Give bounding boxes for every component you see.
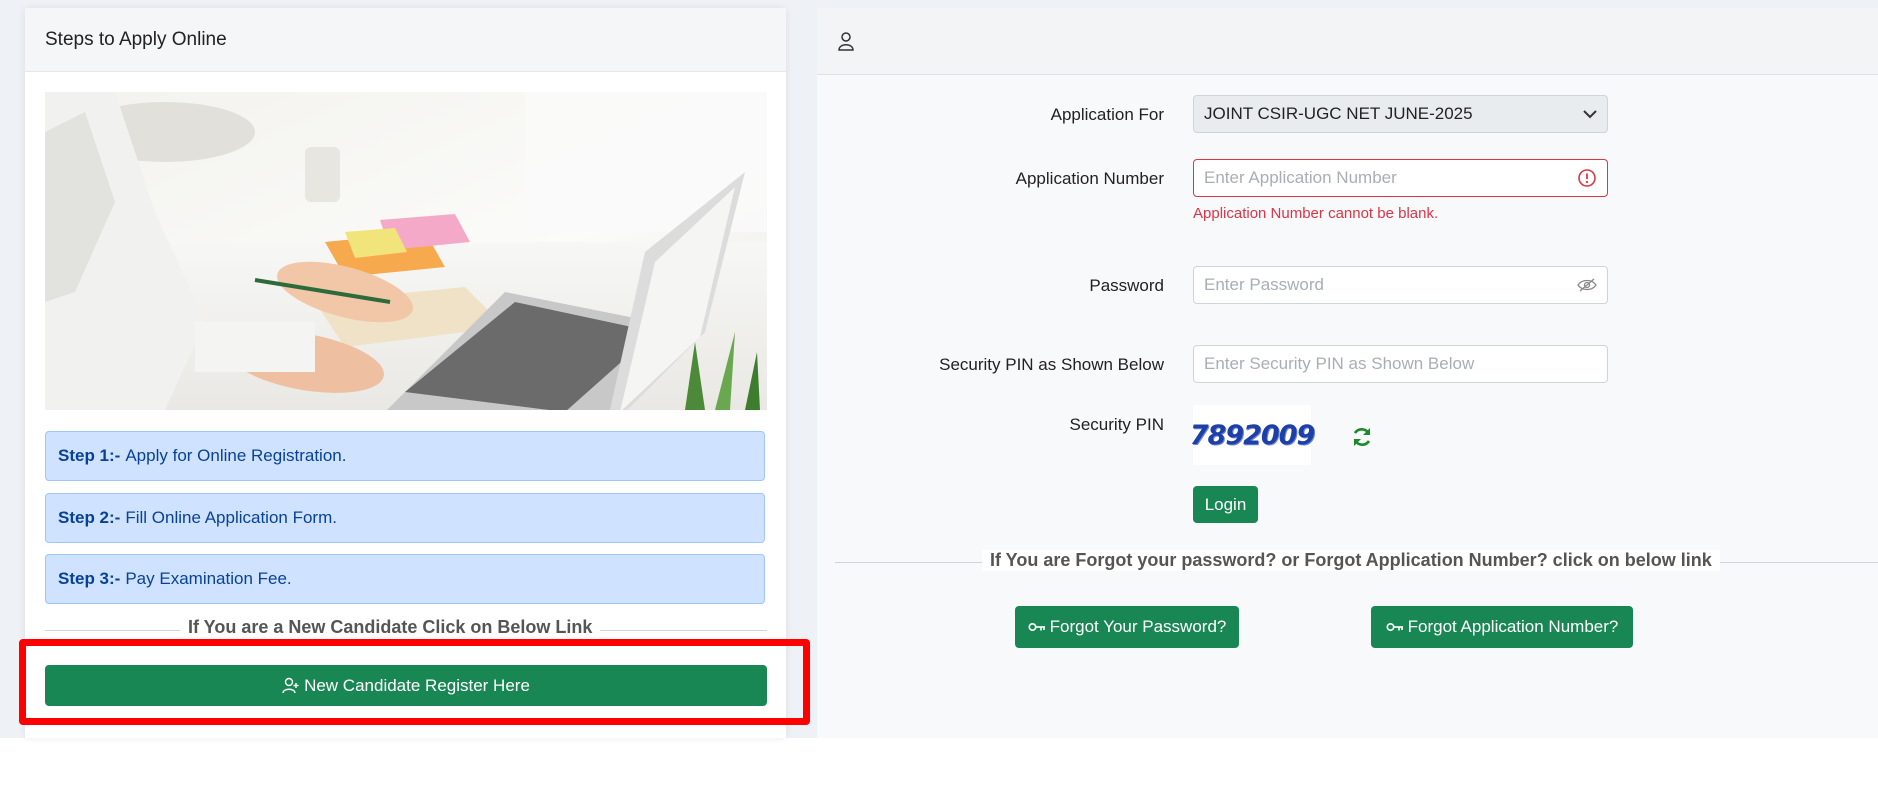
- application-for-select[interactable]: JOINT CSIR-UGC NET JUNE-2025: [1193, 95, 1608, 133]
- forgot-password-button[interactable]: Forgot Your Password?: [1015, 606, 1239, 648]
- password-field[interactable]: Enter Password: [1193, 266, 1608, 304]
- error-icon: [1578, 169, 1596, 187]
- key-icon: [1386, 622, 1403, 632]
- password-placeholder: Enter Password: [1204, 275, 1324, 294]
- application-number-field[interactable]: Enter Application Number: [1193, 159, 1608, 197]
- step-1-label: Step 1:-: [58, 446, 121, 465]
- refresh-icon[interactable]: [1351, 426, 1373, 448]
- forgot-text: If You are Forgot your password? or Forg…: [982, 550, 1720, 571]
- new-candidate-register-button[interactable]: New Candidate Register Here: [45, 665, 767, 706]
- step-3-text: Pay Examination Fee.: [125, 569, 292, 588]
- steps-card: Steps to Apply Online Step 1:- Apply for…: [25, 8, 786, 738]
- application-for-label: Application For: [1050, 105, 1164, 124]
- security-pin-placeholder: Enter Security PIN as Shown Below: [1204, 354, 1475, 373]
- application-number-placeholder: Enter Application Number: [1204, 168, 1397, 187]
- register-button-label: New Candidate Register Here: [304, 675, 530, 695]
- security-pin-input-label: Security PIN as Shown Below: [939, 355, 1164, 374]
- step-1-text: Apply for Online Registration.: [125, 446, 347, 465]
- add-user-icon: [282, 677, 299, 693]
- new-candidate-text: If You are a New Candidate Click on Belo…: [180, 617, 601, 638]
- steps-card-title: Steps to Apply Online: [25, 8, 786, 72]
- forgot-application-number-label: Forgot Application Number?: [1407, 617, 1619, 636]
- login-card-header: [817, 8, 1878, 75]
- application-number-error: Application Number cannot be blank.: [1193, 205, 1439, 222]
- step-1: Step 1:- Apply for Online Registration.: [45, 431, 765, 481]
- password-label: Password: [1089, 276, 1164, 295]
- step-3-label: Step 3:-: [58, 569, 121, 588]
- step-3: Step 3:- Pay Examination Fee.: [45, 554, 765, 604]
- key-icon: [1028, 622, 1045, 632]
- login-card: Application For JOINT CSIR-UGC NET JUNE-…: [817, 8, 1878, 738]
- chevron-down-icon: [1583, 110, 1597, 119]
- application-number-label: Application Number: [1015, 169, 1164, 188]
- user-icon: [838, 32, 854, 51]
- login-button[interactable]: Login: [1193, 486, 1258, 523]
- security-pin-field[interactable]: Enter Security PIN as Shown Below: [1193, 345, 1608, 383]
- step-2: Step 2:- Fill Online Application Form.: [45, 493, 765, 543]
- step-2-text: Fill Online Application Form.: [125, 508, 337, 527]
- eye-slash-icon[interactable]: [1577, 278, 1597, 292]
- captcha-text: 7892009: [1189, 419, 1316, 451]
- forgot-password-label: Forgot Your Password?: [1049, 617, 1227, 636]
- application-for-value: JOINT CSIR-UGC NET JUNE-2025: [1204, 104, 1473, 123]
- step-2-label: Step 2:-: [58, 508, 121, 527]
- laptop-photo: [45, 92, 767, 410]
- forgot-application-number-button[interactable]: Forgot Application Number?: [1371, 606, 1633, 648]
- security-pin-label: Security PIN: [1069, 415, 1164, 434]
- captcha-image: 7892009: [1190, 405, 1315, 465]
